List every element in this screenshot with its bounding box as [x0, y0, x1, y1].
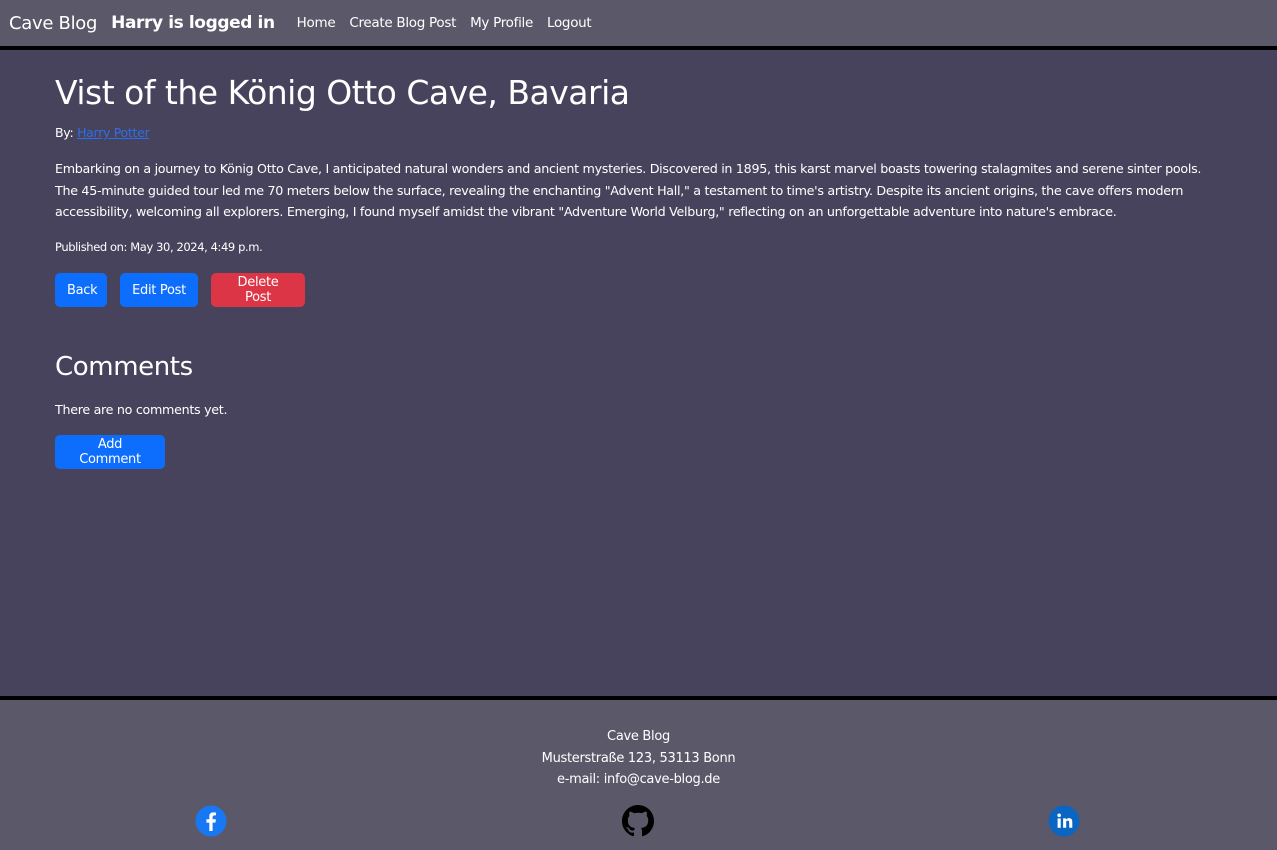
- back-button[interactable]: Back: [55, 273, 107, 307]
- navbar: Cave Blog Harry is logged in Home Create…: [0, 0, 1277, 50]
- by-label: By:: [55, 125, 74, 140]
- nav-my-profile-link[interactable]: My Profile: [470, 15, 533, 31]
- nav-links: Home Create Blog Post My Profile Logout: [297, 15, 606, 31]
- nav-logout-link[interactable]: Logout: [547, 15, 592, 31]
- main-content: Vist of the König Otto Cave, Bavaria By:…: [0, 54, 1277, 696]
- nav-home-link[interactable]: Home: [297, 15, 336, 31]
- add-comment-button[interactable]: Add Comment: [55, 435, 165, 469]
- author-link[interactable]: Harry Potter: [77, 125, 150, 140]
- delete-post-button[interactable]: Delete Post: [211, 273, 305, 307]
- facebook-icon[interactable]: [195, 805, 227, 837]
- published-date: Published on: May 30, 2024, 4:49 p.m.: [55, 240, 263, 254]
- edit-post-button[interactable]: Edit Post: [120, 273, 198, 307]
- logged-in-status: Harry is logged in: [111, 13, 275, 33]
- no-comments-text: There are no comments yet.: [55, 402, 228, 417]
- brand-link[interactable]: Cave Blog: [9, 13, 97, 34]
- post-title: Vist of the König Otto Cave, Bavaria: [55, 73, 630, 112]
- footer-address: Musterstraße 123, 53113 Bonn: [541, 750, 736, 766]
- post-byline: By: Harry Potter: [55, 125, 150, 140]
- footer-email: e-mail: info@cave-blog.de: [557, 772, 720, 787]
- linkedin-icon[interactable]: [1048, 805, 1080, 837]
- footer: Cave Blog Musterstraße 123, 53113 Bonn e…: [0, 696, 1277, 850]
- footer-site-name: Cave Blog: [607, 729, 670, 744]
- nav-create-post-link[interactable]: Create Blog Post: [349, 15, 456, 31]
- post-body: Embarking on a journey to König Otto Cav…: [55, 161, 1202, 219]
- footer-info: Cave Blog Musterstraße 123, 53113 Bonn e…: [0, 726, 1277, 791]
- comments-heading: Comments: [55, 352, 193, 382]
- github-icon[interactable]: [622, 805, 654, 837]
